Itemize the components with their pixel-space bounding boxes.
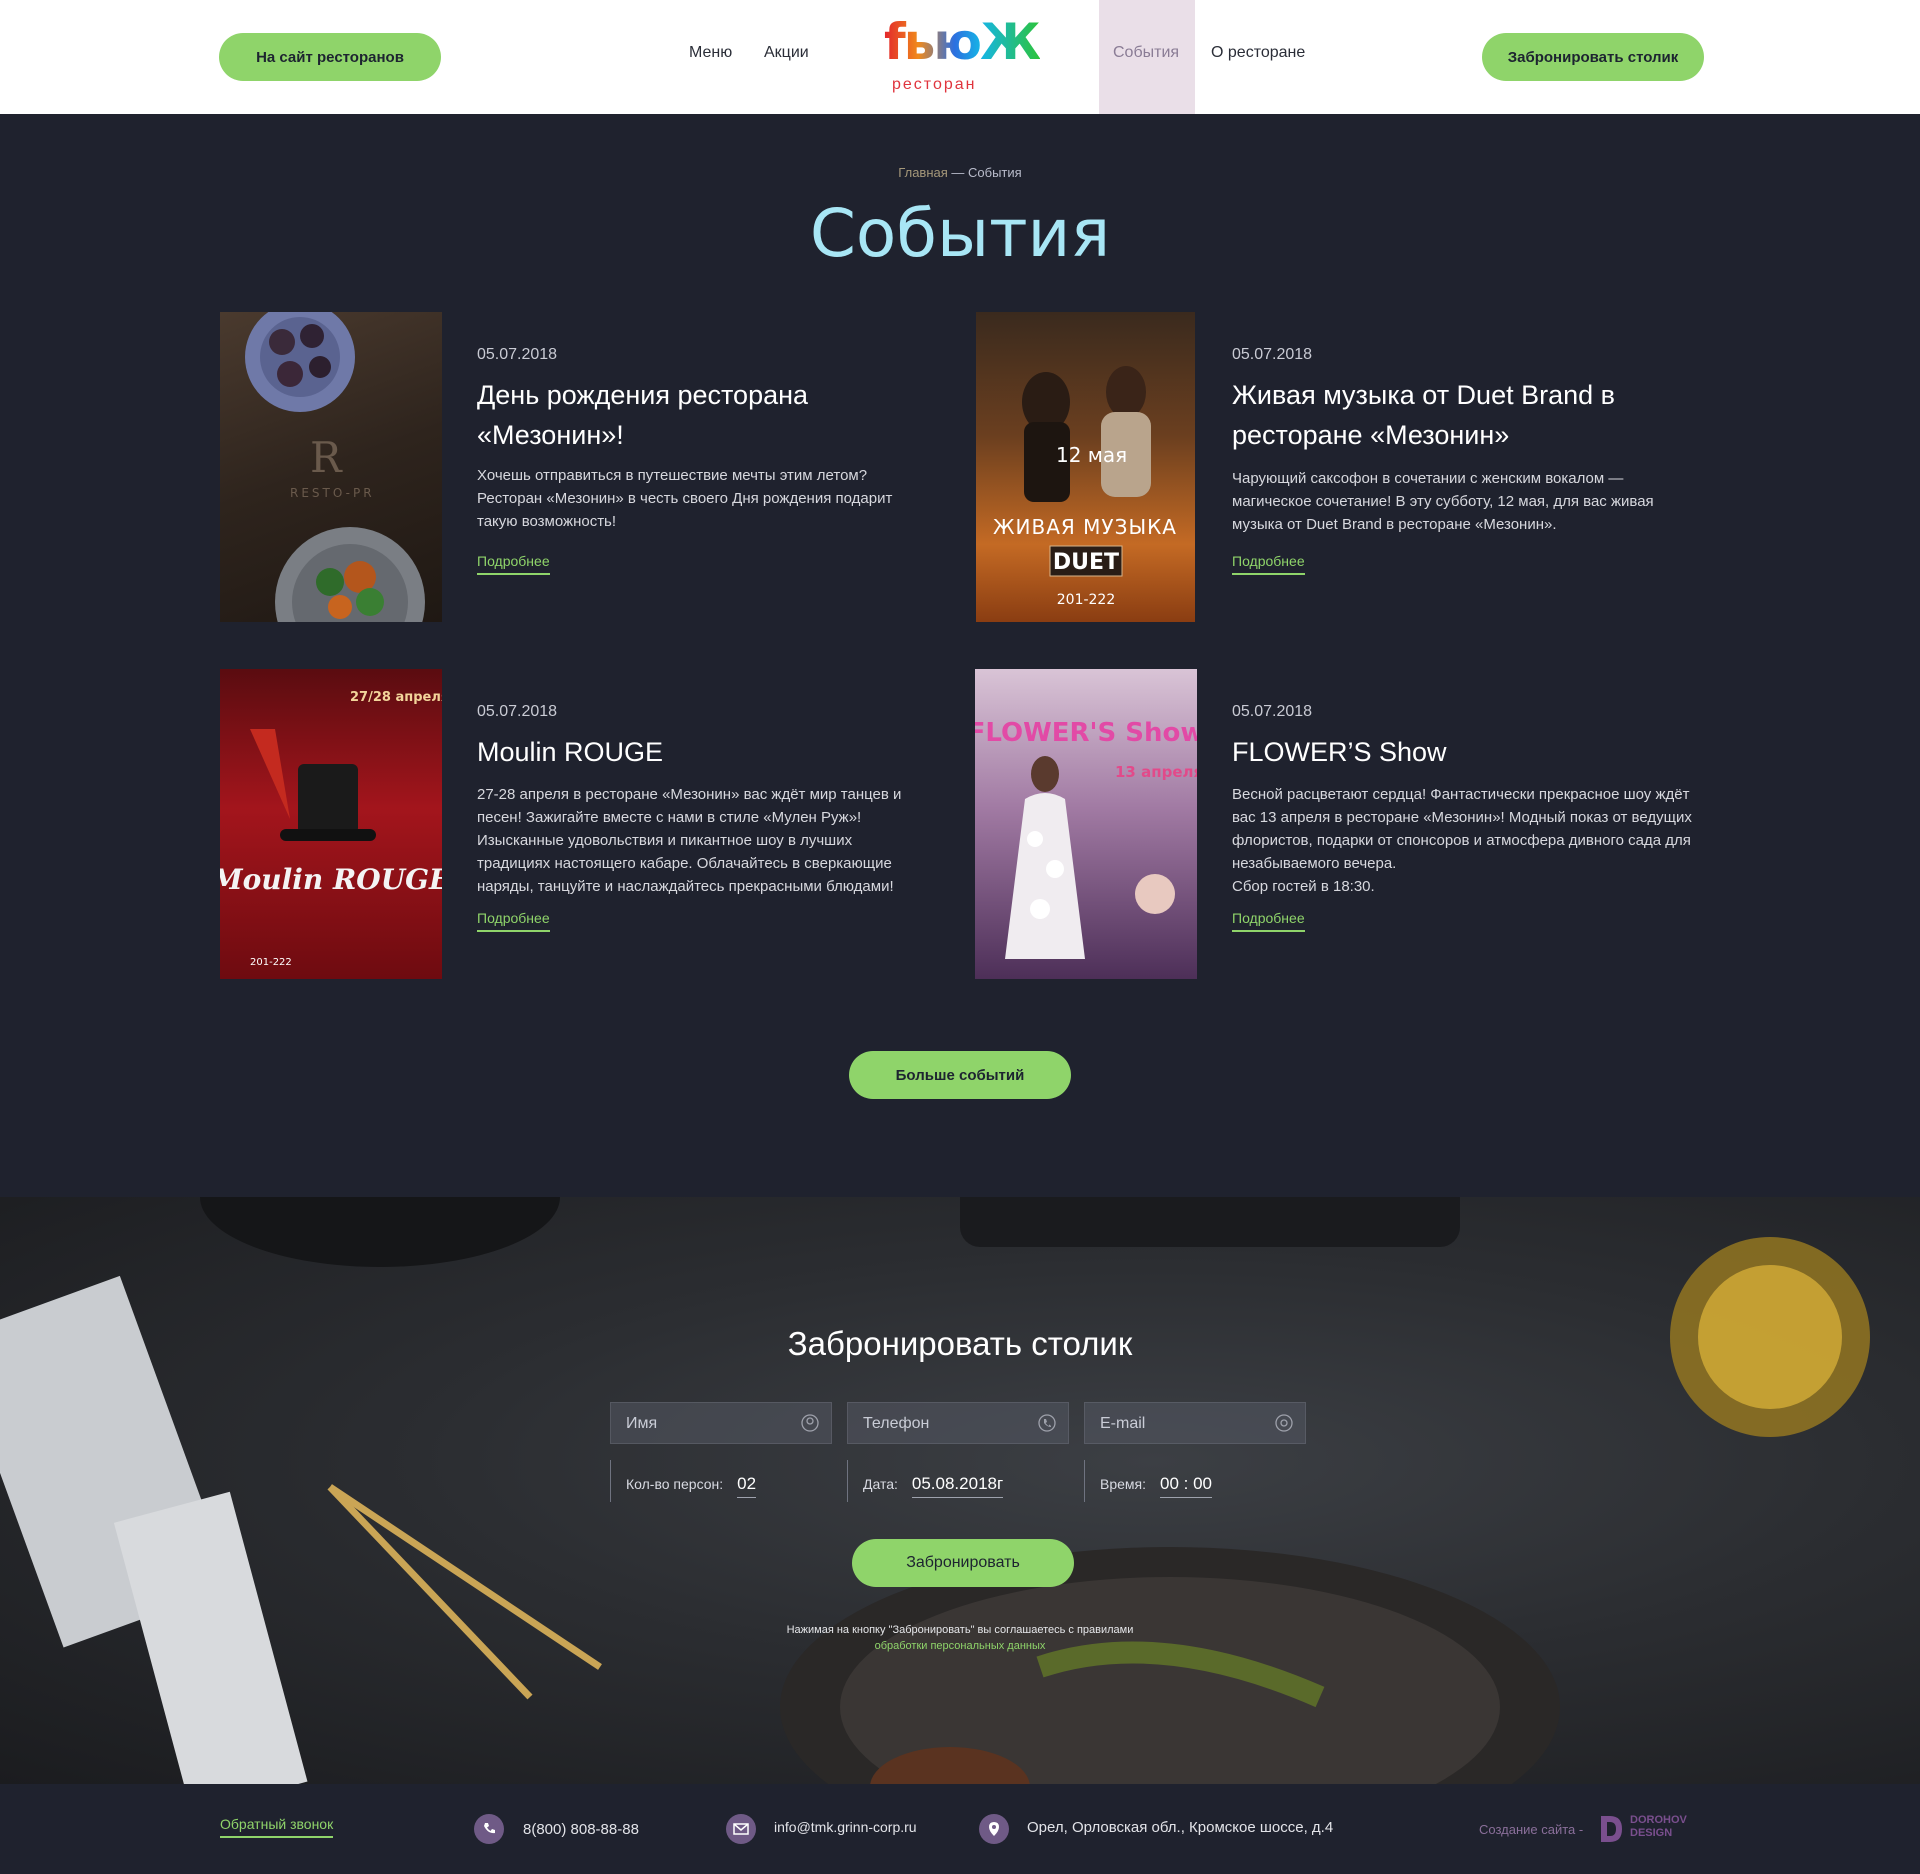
phone-icon — [1038, 1414, 1056, 1432]
email-field[interactable]: E-mail — [1084, 1402, 1306, 1444]
logo-subtitle: ресторан — [892, 76, 977, 93]
event-image[interactable]: FLOWER'S Show 13 апреля — [975, 669, 1197, 979]
date-value[interactable]: 05.08.2018г — [911, 1474, 1004, 1498]
name-placeholder: Имя — [626, 1415, 658, 1432]
book-table-button[interactable]: Забронировать столик — [1482, 33, 1704, 81]
phone-icon — [474, 1814, 504, 1844]
consent-link[interactable]: обработки персональных данных — [0, 1640, 1920, 1652]
time-select[interactable]: Время: 00 : 00 — [1084, 1460, 1306, 1502]
poster-label: ЖИВАЯ МУЗЫКА — [993, 515, 1177, 539]
poster-date: 13 апреля — [1115, 763, 1197, 781]
poster-brand: DUET — [1053, 550, 1119, 575]
nav-menu[interactable]: Меню — [689, 44, 732, 62]
location-pin-icon — [979, 1814, 1009, 1844]
booking-section: Забронировать столик Имя Телефон E-mail … — [0, 1197, 1920, 1784]
event-date: 05.07.2018 — [477, 346, 558, 363]
logo-wordmark: fьюЖн — [884, 13, 1074, 71]
poster-label: FLOWER'S Show — [975, 718, 1197, 748]
nav-promotions[interactable]: Акции — [764, 44, 809, 62]
submit-booking-button[interactable]: Забронировать — [852, 1539, 1074, 1587]
moulin-rouge-poster-art: 27/28 апреля Moulin ROUGE 201-222 — [220, 690, 442, 968]
date-select[interactable]: Дата: 05.08.2018г — [847, 1460, 1069, 1502]
site-footer: Обратный звонок 8(800) 808-88-88 info@tm… — [0, 1784, 1920, 1874]
consent-text: Нажимая на кнопку "Забронировать" вы сог… — [786, 1624, 1134, 1636]
studio-name[interactable]: DOROHOV DESIGN — [1630, 1814, 1687, 1840]
food-illustration: R RESTO-PR — [245, 312, 425, 622]
poster-date: 27/28 апреля — [350, 690, 442, 705]
email-placeholder: E-mail — [1100, 1415, 1146, 1432]
made-by-text: Создание сайта - — [1479, 1822, 1584, 1837]
breadcrumb-home[interactable]: Главная — [898, 165, 947, 180]
nav-events[interactable]: События — [1113, 44, 1179, 62]
breadcrumb-current: События — [968, 165, 1022, 180]
event-image[interactable]: 27/28 апреля Moulin ROUGE 201-222 — [220, 669, 442, 979]
event-date: 05.07.2018 — [1232, 703, 1313, 720]
event-description: Хочешь отправиться в путешествие мечты э… — [477, 467, 893, 530]
studio-line-2: DESIGN — [1630, 1827, 1673, 1839]
poster-label: Moulin ROUGE — [220, 863, 442, 896]
time-label: Время: — [1100, 1476, 1147, 1492]
footer-address: Орел, Орловская обл., Кромское шоссе, д.… — [1027, 1819, 1334, 1836]
booking-title: Забронировать столик — [787, 1325, 1133, 1362]
event-date: 05.07.2018 — [1232, 346, 1313, 363]
site-header: На сайт ресторанов Меню Акции События О … — [0, 0, 1920, 114]
user-icon — [801, 1414, 819, 1432]
page-title: События — [809, 195, 1111, 272]
studio-line-1: DOROHOV — [1630, 1814, 1687, 1826]
nav-about[interactable]: О ресторане — [1211, 44, 1305, 62]
event-description: Весной расцветают сердца! Фантастически … — [1232, 786, 1692, 895]
event-description: Чарующий саксофон в сочетании с женским … — [1232, 470, 1654, 533]
time-value[interactable]: 00 : 00 — [1160, 1474, 1213, 1498]
poster-phone: 201-222 — [1057, 592, 1116, 608]
event-title[interactable]: FLOWER’S Show — [1232, 732, 1652, 772]
svg-text:R: R — [310, 433, 343, 482]
event-more-link[interactable]: Подробнее — [1232, 910, 1305, 932]
event-image[interactable]: R RESTO-PR — [220, 312, 442, 622]
event-date: 05.07.2018 — [477, 703, 558, 720]
footer-email[interactable]: info@tmk.grinn-corp.ru — [774, 1819, 917, 1835]
breadcrumb-separator: — — [947, 165, 969, 180]
event-more-link[interactable]: Подробнее — [477, 910, 550, 932]
event-title[interactable]: День рождения ресторана «Мезонин»! — [477, 375, 877, 455]
breadcrumb: Главная — События — [0, 165, 1920, 180]
phone-placeholder: Телефон — [863, 1415, 930, 1432]
flowers-show-poster-art: FLOWER'S Show 13 апреля — [975, 718, 1197, 959]
phone-field[interactable]: Телефон — [847, 1402, 1069, 1444]
persons-value[interactable]: 02 — [737, 1474, 757, 1498]
restaurant-logo[interactable]: fьюЖн ресторан — [884, 13, 1074, 100]
event-image[interactable]: 12 мая ЖИВАЯ МУЗЫКА DUET 201-222 — [976, 312, 1195, 622]
more-events-button[interactable]: Больше событий — [849, 1051, 1071, 1099]
duet-poster-art: 12 мая ЖИВАЯ МУЗЫКА DUET 201-222 — [993, 366, 1177, 608]
at-icon — [1275, 1414, 1293, 1432]
persons-label: Кол-во персон: — [626, 1476, 724, 1492]
event-more-link[interactable]: Подробнее — [477, 553, 550, 575]
event-title[interactable]: Moulin ROUGE — [477, 732, 897, 772]
mail-icon — [726, 1814, 756, 1844]
event-description: 27-28 апреля в ресторане «Мезонин» вас ж… — [477, 786, 902, 895]
restaurants-site-button[interactable]: На сайт ресторанов — [219, 33, 441, 81]
dorohov-logo-icon[interactable] — [1598, 1814, 1624, 1844]
name-field[interactable]: Имя — [610, 1402, 832, 1444]
event-more-link[interactable]: Подробнее — [1232, 553, 1305, 575]
callback-link[interactable]: Обратный звонок — [220, 1816, 334, 1838]
poster-label: RESTO-PR — [290, 486, 375, 500]
poster-date: 12 мая — [1056, 443, 1127, 467]
date-label: Дата: — [863, 1476, 898, 1492]
poster-phone: 201-222 — [250, 957, 292, 968]
event-title[interactable]: Живая музыка от Duet Brand в ресторане «… — [1232, 375, 1652, 455]
footer-phone[interactable]: 8(800) 808-88-88 — [523, 1821, 639, 1838]
persons-select[interactable]: Кол-во персон: 02 — [610, 1460, 832, 1502]
